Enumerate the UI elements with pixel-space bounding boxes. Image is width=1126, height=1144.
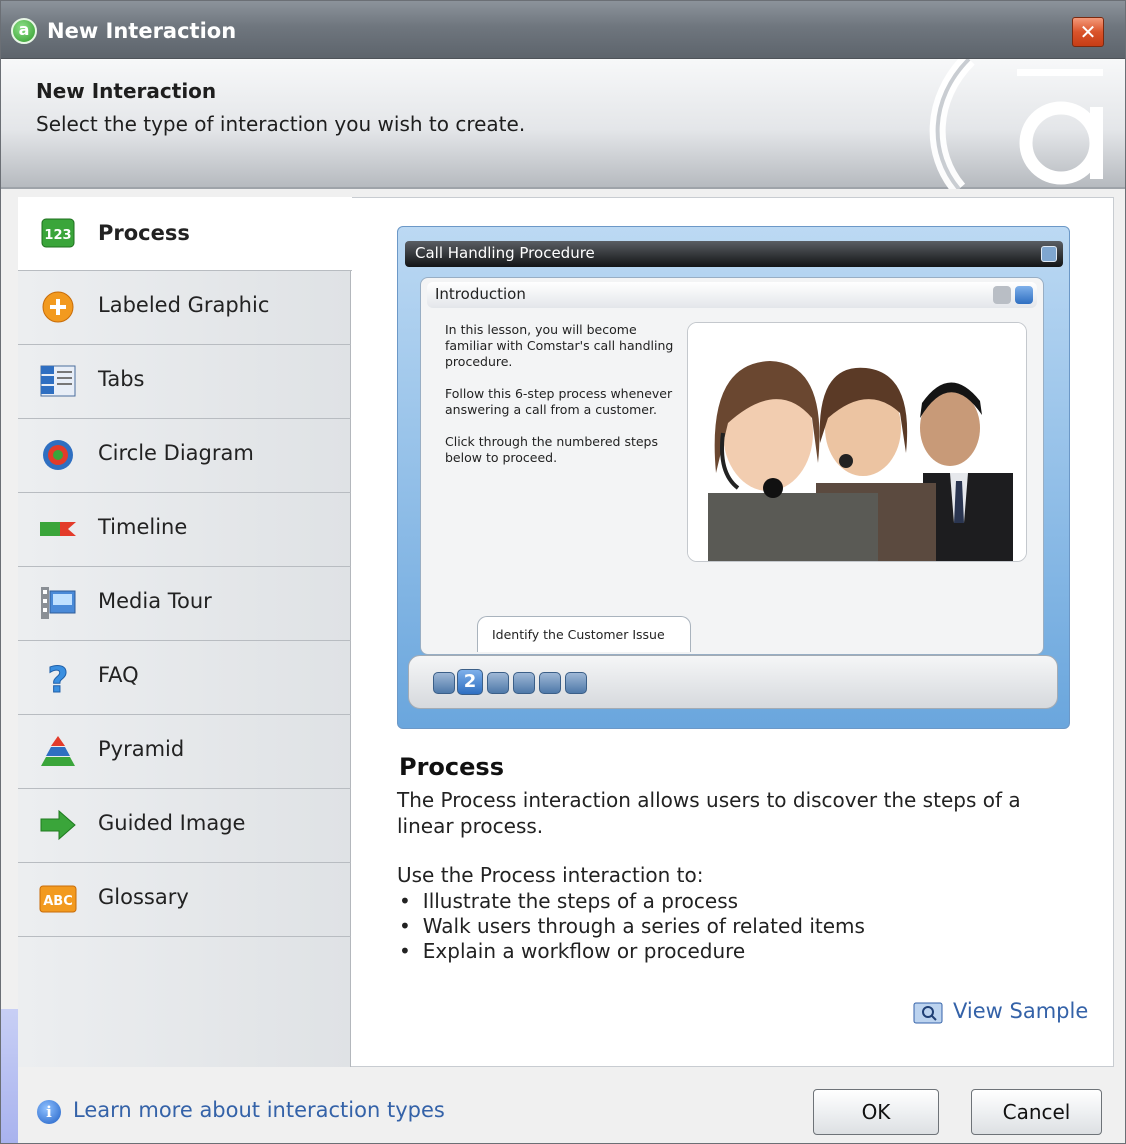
prev-icon [993, 286, 1011, 304]
nav-item-pyramid[interactable]: Pyramid [18, 715, 351, 789]
step-3-icon [487, 672, 509, 694]
nav-label: Pyramid [98, 737, 185, 761]
title-bar[interactable]: a New Interaction ✕ [1, 1, 1125, 59]
info-icon: i [37, 1100, 61, 1124]
dialog-header: New Interaction Select the type of inter… [1, 59, 1125, 189]
nav-label: Timeline [98, 515, 188, 539]
step-5-icon [539, 672, 561, 694]
preview-title-bar: Call Handling Procedure [405, 241, 1063, 267]
film-icon [39, 585, 77, 621]
nav-label: Guided Image [98, 811, 246, 835]
preview-photo [687, 322, 1027, 562]
plus-circle-icon [39, 289, 77, 325]
use-item: Explain a workflow or procedure [399, 939, 865, 964]
description-body: The Process interaction allows users to … [397, 788, 1021, 838]
window-title: New Interaction [47, 19, 237, 43]
step-tooltip: Identify the Customer Issue [477, 616, 691, 652]
preview-text: In this lesson, you will become familiar… [445, 322, 681, 482]
step-4-icon [513, 672, 535, 694]
timeline-icon [39, 511, 77, 547]
green-arrow-icon [39, 807, 77, 843]
preview-panel: Introduction In this lesson, you will be… [420, 277, 1044, 655]
description-title: Process [399, 753, 504, 781]
ok-button[interactable]: OK [813, 1089, 939, 1135]
app-logo-icon: a [11, 18, 37, 44]
interaction-preview: Call Handling Procedure Introduction In … [397, 226, 1070, 729]
description-uses-list: Illustrate the steps of a process Walk u… [399, 889, 865, 964]
nav-item-timeline[interactable]: Timeline [18, 493, 351, 567]
step-tooltip-text: Identify the Customer Issue [492, 627, 665, 642]
nav-item-glossary[interactable]: ABC Glossary [18, 863, 351, 937]
nav-item-process[interactable]: 123 Process [18, 197, 352, 271]
use-item: Illustrate the steps of a process [399, 889, 865, 914]
nav-label: Circle Diagram [98, 441, 254, 465]
circle-diagram-icon [39, 437, 77, 473]
svg-text:123: 123 [44, 228, 71, 243]
nav-label: FAQ [98, 663, 139, 687]
preview-panel-title: Introduction [435, 285, 526, 303]
use-item: Walk users through a series of related i… [399, 914, 865, 939]
pyramid-icon [39, 733, 77, 769]
nav-label: Media Tour [98, 589, 212, 613]
brand-logo-icon [929, 59, 1125, 189]
preview-menu-icon [1041, 246, 1057, 262]
magnifier-screen-icon [913, 1002, 943, 1024]
preview-paragraph: Click through the numbered steps below t… [445, 434, 658, 465]
nav-item-faq[interactable]: ? FAQ [18, 641, 351, 715]
nav-item-guided-image[interactable]: Guided Image [18, 789, 351, 863]
nav-label: Tabs [98, 367, 145, 391]
nav-item-tabs[interactable]: Tabs [18, 345, 351, 419]
learn-more-text: Learn more about interaction types [73, 1098, 445, 1122]
abc-icon: ABC [39, 881, 77, 917]
preview-paragraph: Follow this 6-step process whenever answ… [445, 386, 673, 417]
preview-paragraph: In this lesson, you will become familiar… [445, 322, 674, 369]
nav-item-labeled-graphic[interactable]: Labeled Graphic [18, 271, 351, 345]
header-subtitle: Select the type of interaction you wish … [36, 112, 526, 136]
next-icon [1015, 286, 1033, 304]
step-6-icon [565, 672, 587, 694]
tabs-icon [39, 363, 77, 399]
numbers-123-icon: 123 [39, 215, 77, 251]
footer-accent [1, 1009, 18, 1143]
new-interaction-dialog: a New Interaction ✕ New Interaction Sele… [0, 0, 1126, 1144]
cancel-button[interactable]: Cancel [971, 1089, 1102, 1135]
description-uses-intro: Use the Process interaction to: [397, 863, 704, 887]
svg-text:ABC: ABC [43, 894, 73, 909]
step-1-icon [433, 672, 455, 694]
step-current: 2 [457, 669, 483, 695]
preview-panel-header: Introduction [427, 282, 1037, 308]
interaction-type-list: 123 Process Labeled Graphic Tabs Circle … [18, 197, 352, 1067]
nav-label: Glossary [98, 885, 189, 909]
view-sample-text: View Sample [953, 999, 1089, 1023]
nav-item-media-tour[interactable]: Media Tour [18, 567, 351, 641]
nav-label: Labeled Graphic [98, 293, 270, 317]
svg-text:?: ? [48, 660, 69, 699]
nav-item-circle-diagram[interactable]: Circle Diagram [18, 419, 351, 493]
question-icon: ? [39, 659, 77, 702]
header-title: New Interaction [36, 79, 217, 103]
close-button[interactable]: ✕ [1072, 17, 1104, 47]
nav-label: Process [98, 221, 190, 245]
preview-title: Call Handling Procedure [415, 244, 595, 262]
step-bar: 2 [408, 655, 1058, 709]
